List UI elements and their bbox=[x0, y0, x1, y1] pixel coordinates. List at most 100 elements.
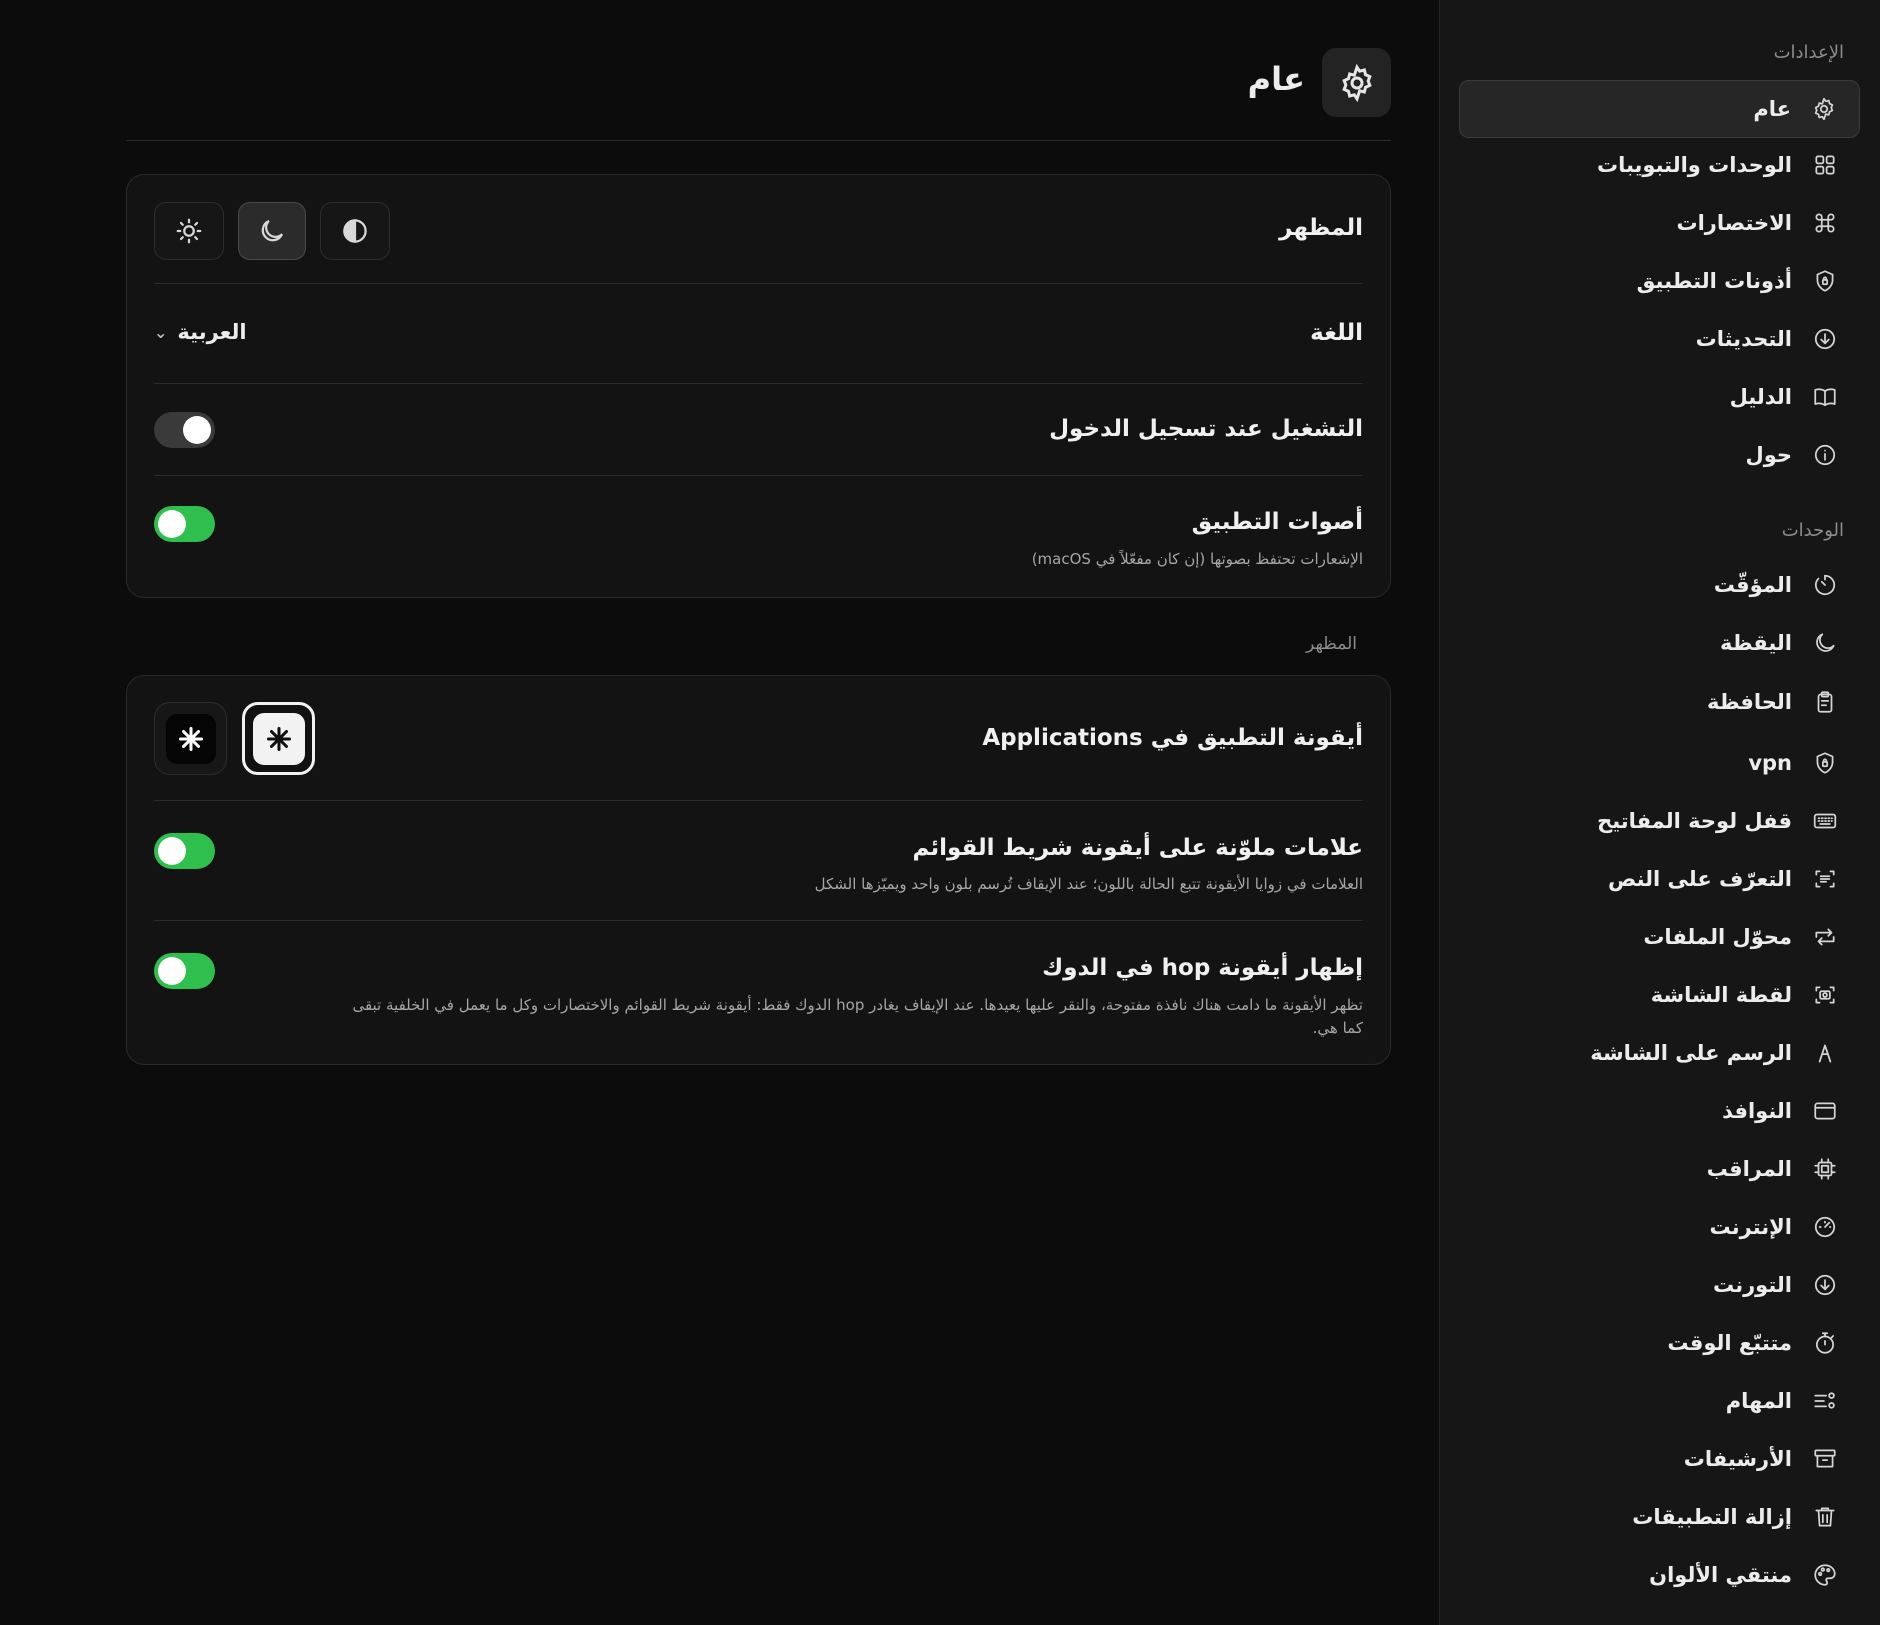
sidebar-item-label: لقطة الشاشة bbox=[1650, 983, 1792, 1007]
app-icon-label: أيقونة التطبيق في Applications bbox=[982, 725, 1363, 751]
sidebar-item-monitor[interactable]: المراقب bbox=[1459, 1140, 1860, 1198]
clipboard-icon bbox=[1810, 687, 1840, 717]
sidebar-item-awake[interactable]: اليقظة bbox=[1459, 614, 1860, 672]
moon-icon bbox=[261, 219, 284, 242]
sidebar-item-about[interactable]: حول bbox=[1459, 426, 1860, 484]
sidebar-item-archives[interactable]: الأرشيفات bbox=[1459, 1430, 1860, 1488]
sidebar-item-keyboard-lock[interactable]: قفل لوحة المفاتيح bbox=[1459, 792, 1860, 850]
toggle-knob bbox=[158, 957, 186, 985]
launch-at-login-row: التشغيل عند تسجيل الدخول bbox=[154, 384, 1363, 476]
sidebar-section-modules: الوحدات bbox=[1781, 520, 1844, 541]
toggle-knob bbox=[158, 510, 186, 538]
dock-icon-toggle[interactable] bbox=[154, 953, 215, 989]
language-value: العربية bbox=[177, 320, 247, 344]
sidebar-item-label: عام bbox=[1753, 97, 1791, 121]
sidebar-item-tasks[interactable]: المهام bbox=[1459, 1372, 1860, 1430]
draw-icon bbox=[1810, 1038, 1840, 1068]
sidebar-item-internet[interactable]: الإنترنت bbox=[1459, 1198, 1860, 1256]
sidebar-item-windows[interactable]: النوافذ bbox=[1459, 1082, 1860, 1140]
app-sounds-label: أصوات التطبيق bbox=[1191, 509, 1363, 535]
colored-badges-row: علامات ملوّنة على أيقونة شريط القوائم ال… bbox=[154, 801, 1363, 921]
language-select[interactable]: العربية ⌄ bbox=[154, 320, 247, 344]
sidebar-item-label: الوحدات والتبويبات bbox=[1596, 153, 1792, 177]
sidebar-item-label: المؤقّت bbox=[1713, 573, 1792, 597]
shield-icon bbox=[1810, 266, 1840, 296]
stopwatch-icon bbox=[1810, 1328, 1840, 1358]
sidebar-section-settings: الإعدادات bbox=[1773, 42, 1844, 63]
archive-icon bbox=[1810, 1444, 1840, 1474]
colored-badges-toggle[interactable] bbox=[154, 833, 215, 869]
dock-icon-description-continued: كما هي. bbox=[1312, 1019, 1363, 1037]
sun-icon bbox=[176, 218, 202, 244]
sidebar-item-label: الدليل bbox=[1729, 385, 1792, 409]
app-sounds-description: الإشعارات تحتفظ بصوتها (إن كان مفعّلاً ف… bbox=[1031, 550, 1363, 568]
appearance-dark-button[interactable] bbox=[238, 202, 306, 260]
info-icon bbox=[1810, 440, 1840, 470]
light-app-icon-option[interactable] bbox=[242, 702, 315, 775]
sidebar-item-screen-draw[interactable]: الرسم على الشاشة bbox=[1459, 1024, 1860, 1082]
appearance-auto-button[interactable] bbox=[320, 202, 390, 260]
sidebar-item-label: التحديثات bbox=[1695, 327, 1792, 351]
sidebar-item-label: الاختصارات bbox=[1676, 211, 1792, 235]
sidebar-item-label: متتبّع الوقت bbox=[1667, 1331, 1792, 1355]
gear-icon bbox=[1809, 94, 1839, 124]
sidebar-item-label: التورنت bbox=[1712, 1273, 1792, 1297]
sidebar-item-file-converter[interactable]: محوّل الملفات bbox=[1459, 908, 1860, 966]
language-row: اللغة العربية ⌄ bbox=[154, 284, 1363, 383]
moon-icon bbox=[1810, 628, 1840, 658]
sidebar-item-modules-tabs[interactable]: الوحدات والتبويبات bbox=[1459, 136, 1860, 194]
asterisk-icon bbox=[178, 726, 203, 751]
sidebar-item-clipboard[interactable]: الحافظة bbox=[1459, 673, 1860, 731]
appearance-section-label: المظهر bbox=[1306, 634, 1357, 654]
dock-icon-description: تظهر الأيقونة ما دامت هناك نافذة مفتوحة،… bbox=[352, 996, 1363, 1014]
sidebar-item-torrent[interactable]: التورنت bbox=[1459, 1256, 1860, 1314]
sidebar-item-label: محوّل الملفات bbox=[1643, 925, 1792, 949]
general-header-icon bbox=[1322, 48, 1391, 117]
sidebar-item-permissions[interactable]: أذونات التطبيق bbox=[1459, 252, 1860, 310]
colored-badges-label: علامات ملوّنة على أيقونة شريط القوائم bbox=[912, 835, 1363, 861]
dark-app-icon-option[interactable] bbox=[154, 702, 227, 775]
launch-at-login-toggle[interactable] bbox=[154, 412, 215, 448]
sidebar-item-label: اليقظة bbox=[1720, 631, 1792, 655]
tasks-icon bbox=[1810, 1386, 1840, 1416]
dark-app-icon bbox=[165, 713, 216, 764]
sidebar-item-vpn[interactable]: vpn bbox=[1459, 734, 1860, 792]
app-icon-row: أيقونة التطبيق في Applications bbox=[154, 676, 1363, 801]
launch-at-login-label: التشغيل عند تسجيل الدخول bbox=[1049, 416, 1363, 442]
sidebar-item-general[interactable]: عام bbox=[1459, 80, 1860, 138]
grid-icon bbox=[1810, 150, 1840, 180]
sidebar-item-label: إزالة التطبيقات bbox=[1632, 1505, 1792, 1529]
sidebar-item-time-tracker[interactable]: متتبّع الوقت bbox=[1459, 1314, 1860, 1372]
header-divider bbox=[126, 140, 1391, 141]
sidebar: الإعدادات عام الوحدات والتبويبات الاختصا… bbox=[1439, 0, 1880, 1625]
sidebar-item-label: منتقي الألوان bbox=[1649, 1563, 1792, 1587]
timer-icon bbox=[1810, 570, 1840, 600]
sidebar-item-text-recognition[interactable]: التعرّف على النص bbox=[1459, 850, 1860, 908]
sidebar-item-screenshot[interactable]: لقطة الشاشة bbox=[1459, 966, 1860, 1024]
sidebar-item-color-picker[interactable]: منتقي الألوان bbox=[1459, 1546, 1860, 1604]
dock-icon-row: إظهار أيقونة hop في الدوك تظهر الأيقونة … bbox=[154, 921, 1363, 1065]
sidebar-item-label: أذونات التطبيق bbox=[1636, 269, 1792, 293]
colored-badges-description: العلامات في زوايا الأيقونة تتبع الحالة ب… bbox=[814, 875, 1363, 893]
screenshot-icon bbox=[1810, 980, 1840, 1010]
sidebar-item-label: قفل لوحة المفاتيح bbox=[1597, 809, 1792, 833]
appearance-row: المظهر bbox=[154, 175, 1363, 283]
appearance-light-button[interactable] bbox=[154, 202, 224, 260]
sidebar-item-label: حول bbox=[1745, 443, 1792, 467]
general-settings-card: المظهر اللغة العربية ⌄ التشغيل عند تسجيل… bbox=[126, 174, 1391, 598]
text-scan-icon bbox=[1810, 864, 1840, 894]
sidebar-item-label: المهام bbox=[1725, 1389, 1792, 1413]
sidebar-item-shortcuts[interactable]: الاختصارات bbox=[1459, 194, 1860, 252]
download-circle-icon bbox=[1810, 324, 1840, 354]
app-sounds-toggle[interactable] bbox=[154, 506, 215, 542]
window-icon bbox=[1810, 1096, 1840, 1126]
sidebar-item-timer[interactable]: المؤقّت bbox=[1459, 556, 1860, 614]
sidebar-item-uninstall-apps[interactable]: إزالة التطبيقات bbox=[1459, 1488, 1860, 1546]
torrent-download-icon bbox=[1810, 1270, 1840, 1300]
sidebar-item-updates[interactable]: التحديثات bbox=[1459, 310, 1860, 368]
sidebar-item-label: التعرّف على النص bbox=[1607, 867, 1792, 891]
sidebar-item-guide[interactable]: الدليل bbox=[1459, 368, 1860, 426]
sidebar-item-label: vpn bbox=[1748, 751, 1792, 775]
sidebar-item-label: الرسم على الشاشة bbox=[1590, 1041, 1792, 1065]
gear-icon bbox=[1341, 63, 1372, 102]
